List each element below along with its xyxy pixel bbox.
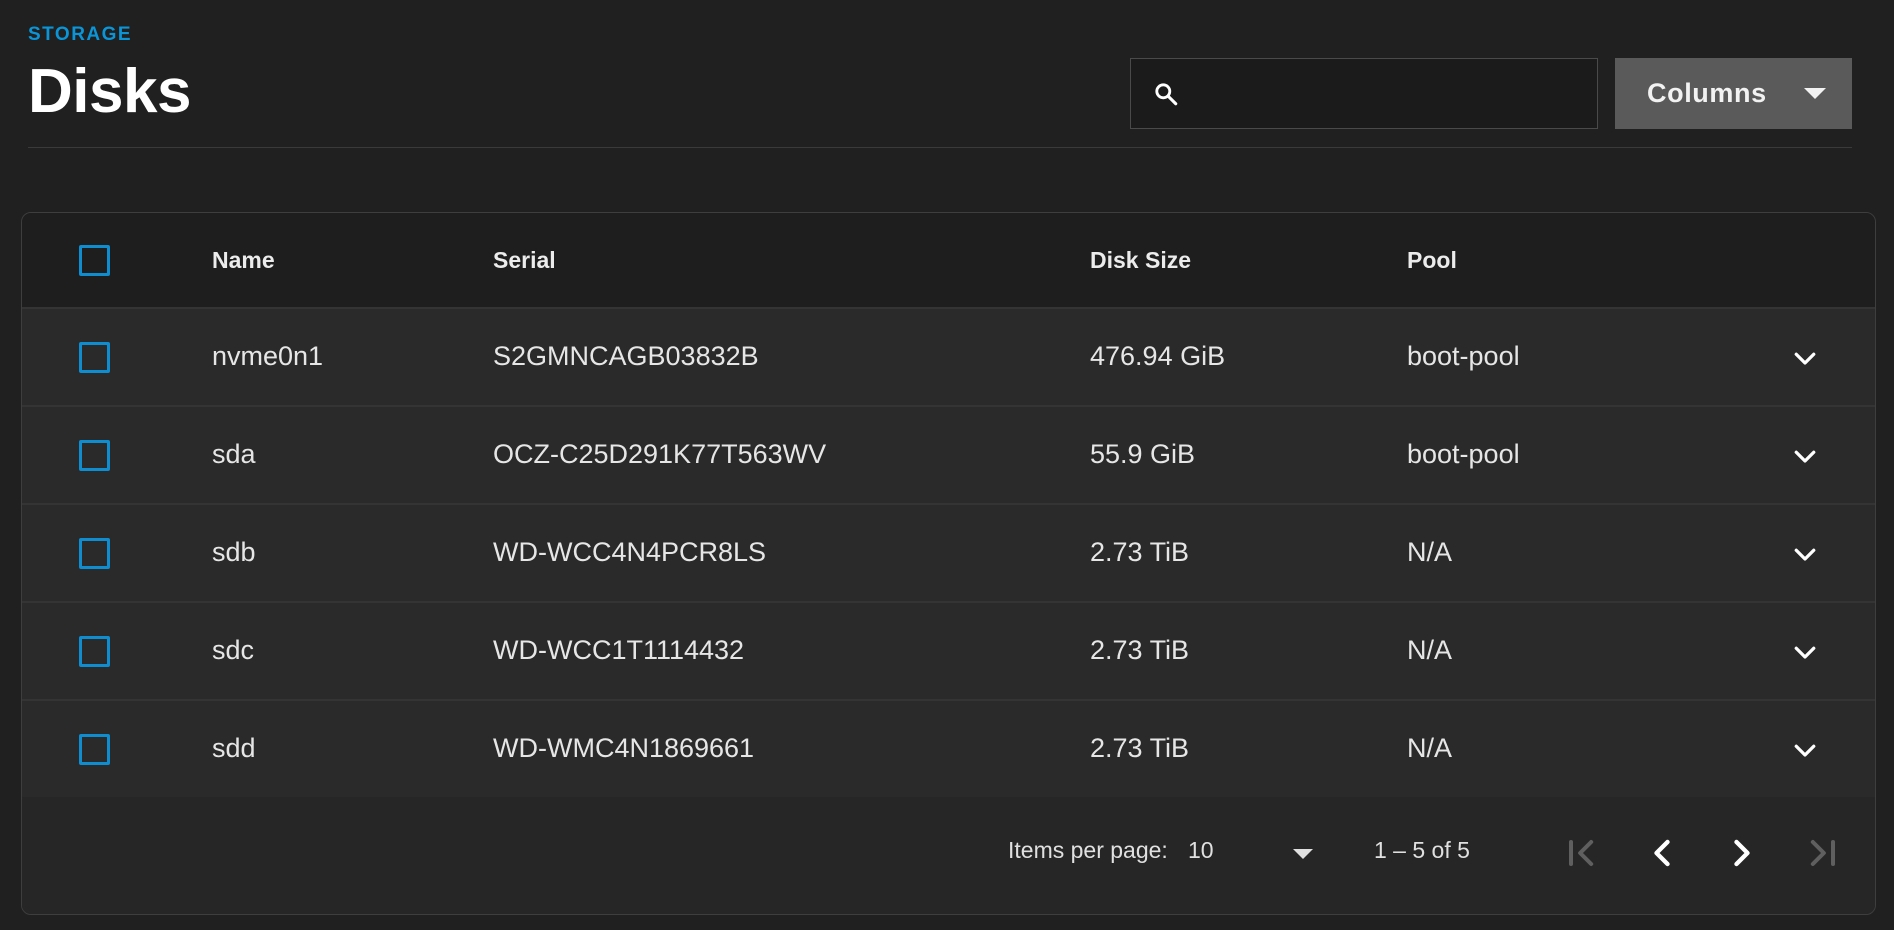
table-row[interactable]: sdd WD-WMC4N1869661 2.73 TiB N/A bbox=[22, 701, 1875, 799]
disk-pool: N/A bbox=[1407, 635, 1453, 665]
disk-pool: boot-pool bbox=[1407, 341, 1520, 371]
items-per-page-label: Items per page: bbox=[1008, 837, 1168, 863]
disk-name: sdc bbox=[212, 635, 255, 665]
paginator: Items per page: 10 1 – 5 of 5 bbox=[22, 797, 1875, 914]
table-row[interactable]: nvme0n1 S2GMNCAGB03832B 476.94 GiB boot-… bbox=[22, 309, 1875, 407]
search-input[interactable] bbox=[1193, 69, 1583, 119]
disk-name: nvme0n1 bbox=[212, 341, 324, 371]
disk-serial: WD-WCC4N4PCR8LS bbox=[493, 537, 767, 567]
row-checkbox[interactable] bbox=[79, 734, 110, 765]
disk-pool: boot-pool bbox=[1407, 439, 1520, 469]
chevron-down-icon[interactable] bbox=[1790, 539, 1820, 574]
chevron-down-icon[interactable] bbox=[1790, 441, 1820, 476]
page-title: Disks bbox=[28, 57, 191, 126]
row-checkbox[interactable] bbox=[79, 538, 110, 569]
last-page-icon[interactable] bbox=[1800, 831, 1844, 875]
disk-size: 2.73 TiB bbox=[1090, 537, 1190, 567]
table-row[interactable]: sdc WD-WCC1T1114432 2.73 TiB N/A bbox=[22, 603, 1875, 701]
chevron-down-icon[interactable] bbox=[1790, 735, 1820, 770]
caret-down-icon bbox=[1804, 88, 1826, 99]
row-checkbox[interactable] bbox=[79, 440, 110, 471]
disks-table: Name Serial Disk Size Pool nvme0n1 S2GMN… bbox=[21, 212, 1876, 915]
table-header-row: Name Serial Disk Size Pool bbox=[22, 213, 1875, 309]
chevron-left-icon[interactable] bbox=[1640, 831, 1684, 875]
chevron-right-icon[interactable] bbox=[1720, 831, 1764, 875]
row-checkbox[interactable] bbox=[79, 342, 110, 373]
search-icon bbox=[1153, 81, 1179, 112]
page-range-label: 1 – 5 of 5 bbox=[1374, 837, 1470, 863]
search-box[interactable] bbox=[1130, 58, 1598, 129]
disk-size: 476.94 GiB bbox=[1090, 341, 1226, 371]
columns-button-label: Columns bbox=[1647, 78, 1767, 108]
disk-serial: OCZ-C25D291K77T563WV bbox=[493, 439, 827, 469]
caret-down-icon bbox=[1293, 849, 1313, 859]
column-header-disk-size[interactable]: Disk Size bbox=[1090, 247, 1191, 274]
disk-size: 2.73 TiB bbox=[1090, 733, 1190, 763]
first-page-icon[interactable] bbox=[1560, 831, 1604, 875]
column-header-serial[interactable]: Serial bbox=[493, 247, 556, 274]
columns-button[interactable]: Columns bbox=[1615, 58, 1852, 129]
table-row[interactable]: sda OCZ-C25D291K77T563WV 55.9 GiB boot-p… bbox=[22, 407, 1875, 505]
chevron-down-icon[interactable] bbox=[1790, 343, 1820, 378]
disk-name: sdd bbox=[212, 733, 256, 763]
table-row[interactable]: sdb WD-WCC4N4PCR8LS 2.73 TiB N/A bbox=[22, 505, 1875, 603]
disk-serial: S2GMNCAGB03832B bbox=[493, 341, 759, 371]
disk-serial: WD-WCC1T1114432 bbox=[493, 635, 745, 665]
row-checkbox[interactable] bbox=[79, 636, 110, 667]
column-header-name[interactable]: Name bbox=[212, 247, 275, 274]
disk-size: 2.73 TiB bbox=[1090, 635, 1190, 665]
disk-pool: N/A bbox=[1407, 537, 1453, 567]
disk-name: sdb bbox=[212, 537, 256, 567]
disk-size: 55.9 GiB bbox=[1090, 439, 1196, 469]
select-all-checkbox[interactable] bbox=[79, 245, 110, 276]
section-eyebrow: STORAGE bbox=[28, 24, 133, 45]
column-header-pool[interactable]: Pool bbox=[1407, 247, 1457, 274]
disk-name: sda bbox=[212, 439, 256, 469]
page-header: STORAGE Disks Columns bbox=[28, 0, 1852, 148]
chevron-down-icon[interactable] bbox=[1790, 637, 1820, 672]
items-per-page-value: 10 bbox=[1188, 837, 1214, 863]
items-per-page-select[interactable]: 10 bbox=[1188, 827, 1318, 875]
disk-serial: WD-WMC4N1869661 bbox=[493, 733, 755, 763]
disk-pool: N/A bbox=[1407, 733, 1453, 763]
